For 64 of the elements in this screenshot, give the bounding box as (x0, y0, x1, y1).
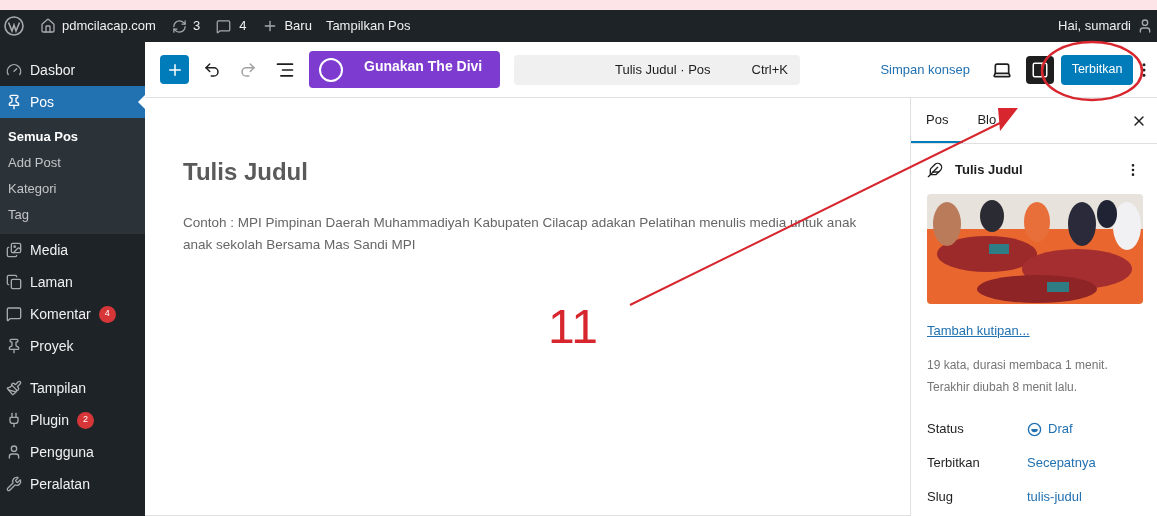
panel-tab[interactable]: Pos (911, 98, 964, 143)
gauge-icon (6, 62, 22, 78)
count-badge: 4 (98, 305, 116, 323)
publish-button[interactable]: Terbitkan (1061, 54, 1133, 85)
home-icon[interactable] (40, 18, 56, 34)
feather-icon (927, 161, 943, 178)
command-bar[interactable]: Tulis Judul · Pos Ctrl+K (514, 54, 800, 85)
pin-icon (6, 338, 22, 354)
panel-tab[interactable]: Blo (963, 98, 1001, 143)
plug-icon (6, 412, 22, 428)
pages-icon (6, 274, 22, 290)
redo-icon[interactable] (239, 60, 257, 79)
setting-value-link[interactable]: Secepatnya (1027, 453, 1096, 473)
wrench-icon (6, 476, 22, 492)
submenu-item[interactable]: Semua Pos (0, 124, 145, 150)
post-card-title: Tulis Judul (955, 161, 1023, 179)
draft-status-icon (1027, 421, 1042, 437)
submenu-item[interactable]: Tag (0, 202, 145, 228)
setting-label: Status (927, 420, 965, 439)
comments-count[interactable]: 4 (239, 16, 247, 36)
add-block-button[interactable] (160, 55, 189, 84)
annotation-number: 11 (548, 303, 598, 351)
images-icon (6, 242, 22, 258)
updates-icon[interactable] (171, 18, 187, 34)
wordpress-logo-icon[interactable] (4, 16, 24, 36)
settings-toggle-button[interactable] (1026, 55, 1054, 84)
paintbrush-icon (6, 380, 22, 396)
new-link[interactable]: Baru (284, 16, 312, 36)
submenu-item[interactable]: Kategori (0, 176, 145, 202)
post-stats-text: 19 kata, durasi membaca 1 menit. (927, 357, 1109, 374)
undo-icon[interactable] (203, 60, 221, 79)
sidebar-item[interactable]: Peralatan (0, 468, 145, 500)
setting-value-link[interactable]: tulis-judul (1027, 487, 1082, 507)
sidebar-item[interactable]: Dasbor (0, 54, 145, 86)
sidebar-item[interactable]: Proyek (0, 330, 145, 362)
pin-icon (6, 94, 22, 110)
save-draft-button[interactable]: Simpan konsep (880, 59, 970, 80)
divi-logo-icon (319, 57, 343, 82)
view-post-link[interactable]: Tampilkan Pos (325, 16, 411, 36)
site-link[interactable]: pdmcilacap.com (62, 16, 156, 36)
divi-builder-button[interactable]: Gunakan The Divi (309, 51, 500, 88)
setting-value-link[interactable]: Draf (1048, 419, 1073, 439)
sidebar-item[interactable]: Media (0, 234, 145, 266)
setting-label: Slug (927, 488, 955, 507)
updates-count[interactable]: 3 (192, 16, 201, 36)
user-icon (6, 444, 22, 460)
sidebar-panel-icon (1031, 60, 1049, 79)
post-stats-text: Terakhir diubah 8 menit lalu. (927, 379, 1079, 396)
current-menu-pointer (138, 95, 145, 109)
sidebar-item[interactable]: Komentar 4 (0, 298, 145, 330)
excerpt-link[interactable]: Tambah kutipan... (927, 320, 1141, 340)
sidebar-item[interactable]: Plugin 2 (0, 404, 145, 436)
greeting-link[interactable]: Hai, sumardi (1058, 16, 1131, 36)
comment-icon (6, 306, 22, 322)
post-title[interactable]: Tulis Judul (183, 154, 910, 190)
sidebar-item[interactable]: Pengguna (0, 436, 145, 468)
comment-icon[interactable] (216, 18, 232, 34)
setting-label: Terbitkan (927, 454, 981, 473)
avatar-icon[interactable] (1137, 18, 1153, 34)
submenu-item[interactable]: Add Post (0, 150, 145, 176)
count-badge: 2 (76, 411, 94, 429)
sidebar-item[interactable]: Laman (0, 266, 145, 298)
sidebar-item[interactable]: Pos (0, 86, 145, 118)
sidebar-item[interactable]: Tampilan (0, 372, 145, 404)
